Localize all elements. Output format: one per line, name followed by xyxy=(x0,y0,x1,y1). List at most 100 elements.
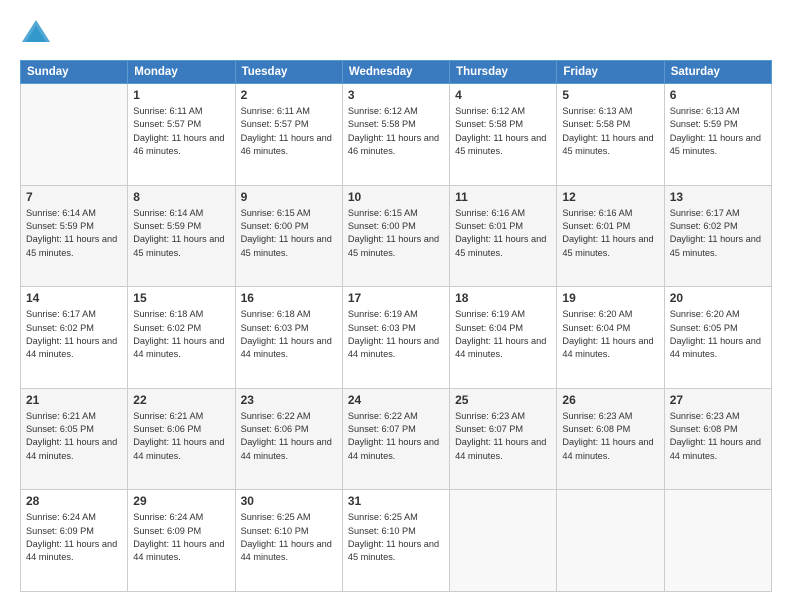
day-detail: Sunrise: 6:19 AMSunset: 6:04 PMDaylight:… xyxy=(455,308,551,361)
day-number: 5 xyxy=(562,88,658,102)
table-row: 3 Sunrise: 6:12 AMSunset: 5:58 PMDaylight… xyxy=(342,84,449,186)
day-number: 24 xyxy=(348,393,444,407)
table-row: 4 Sunrise: 6:12 AMSunset: 5:58 PMDaylight… xyxy=(450,84,557,186)
table-row: 10Sunrise: 6:15 AMSunset: 6:00 PMDayligh… xyxy=(342,185,449,287)
calendar-week-row: 28 Sunrise: 6:24 AMSunset: 6:09 PMDayligh… xyxy=(21,490,772,592)
day-number: 21 xyxy=(26,393,122,407)
table-row xyxy=(21,84,128,186)
table-row: 12 Sunrise: 6:16 AMSunset: 6:01 PMDayligh… xyxy=(557,185,664,287)
day-detail: Sunrise: 6:15 AMSunset: 6:00 PMDaylight:… xyxy=(241,207,337,260)
table-row: 25Sunrise: 6:23 AMSunset: 6:07 PMDayligh… xyxy=(450,388,557,490)
table-row: 14 Sunrise: 6:17 AMSunset: 6:02 PMDayligh… xyxy=(21,287,128,389)
table-row: 23 Sunrise: 6:22 AMSunset: 6:06 PMDayligh… xyxy=(235,388,342,490)
day-detail: Sunrise: 6:23 AMSunset: 6:08 PMDaylight:… xyxy=(562,410,658,463)
header-wednesday: Wednesday xyxy=(342,61,449,84)
day-number: 27 xyxy=(670,393,766,407)
day-number: 11 xyxy=(455,190,551,204)
table-row: 1 Sunrise: 6:11 AMSunset: 5:57 PMDaylight… xyxy=(128,84,235,186)
day-number: 29 xyxy=(133,494,229,508)
table-row: 24 Sunrise: 6:22 AMSunset: 6:07 PMDayligh… xyxy=(342,388,449,490)
table-row: 9 Sunrise: 6:15 AMSunset: 6:00 PMDaylight… xyxy=(235,185,342,287)
day-number: 15 xyxy=(133,291,229,305)
header-monday: Monday xyxy=(128,61,235,84)
day-detail: Sunrise: 6:23 AMSunset: 6:08 PMDaylight:… xyxy=(670,410,766,463)
day-number: 16 xyxy=(241,291,337,305)
table-row: 28 Sunrise: 6:24 AMSunset: 6:09 PMDayligh… xyxy=(21,490,128,592)
table-row: 7 Sunrise: 6:14 AMSunset: 5:59 PMDaylight… xyxy=(21,185,128,287)
calendar-week-row: 1 Sunrise: 6:11 AMSunset: 5:57 PMDaylight… xyxy=(21,84,772,186)
day-detail: Sunrise: 6:22 AMSunset: 6:06 PMDaylight:… xyxy=(241,410,337,463)
day-number: 2 xyxy=(241,88,337,102)
day-detail: Sunrise: 6:18 AMSunset: 6:03 PMDaylight:… xyxy=(241,308,337,361)
day-detail: Sunrise: 6:19 AMSunset: 6:03 PMDaylight:… xyxy=(348,308,444,361)
day-detail: Sunrise: 6:13 AMSunset: 5:59 PMDaylight:… xyxy=(670,105,766,158)
day-number: 8 xyxy=(133,190,229,204)
table-row: 21 Sunrise: 6:21 AMSunset: 6:05 PMDayligh… xyxy=(21,388,128,490)
table-row: 19 Sunrise: 6:20 AMSunset: 6:04 PMDayligh… xyxy=(557,287,664,389)
calendar-week-row: 7 Sunrise: 6:14 AMSunset: 5:59 PMDaylight… xyxy=(21,185,772,287)
table-row: 27 Sunrise: 6:23 AMSunset: 6:08 PMDayligh… xyxy=(664,388,771,490)
day-detail: Sunrise: 6:17 AMSunset: 6:02 PMDaylight:… xyxy=(26,308,122,361)
day-detail: Sunrise: 6:12 AMSunset: 5:58 PMDaylight:… xyxy=(455,105,551,158)
table-row: 17Sunrise: 6:19 AMSunset: 6:03 PMDayligh… xyxy=(342,287,449,389)
day-detail: Sunrise: 6:11 AMSunset: 5:57 PMDaylight:… xyxy=(133,105,229,158)
calendar-table: Sunday Monday Tuesday Wednesday Thursday… xyxy=(20,60,772,592)
day-detail: Sunrise: 6:20 AMSunset: 6:04 PMDaylight:… xyxy=(562,308,658,361)
table-row: 22 Sunrise: 6:21 AMSunset: 6:06 PMDayligh… xyxy=(128,388,235,490)
day-number: 4 xyxy=(455,88,551,102)
day-number: 3 xyxy=(348,88,444,102)
header-saturday: Saturday xyxy=(664,61,771,84)
day-number: 23 xyxy=(241,393,337,407)
day-detail: Sunrise: 6:11 AMSunset: 5:57 PMDaylight:… xyxy=(241,105,337,158)
day-number: 9 xyxy=(241,190,337,204)
day-detail: Sunrise: 6:24 AMSunset: 6:09 PMDaylight:… xyxy=(133,511,229,564)
day-detail: Sunrise: 6:16 AMSunset: 6:01 PMDaylight:… xyxy=(562,207,658,260)
day-number: 22 xyxy=(133,393,229,407)
weekday-header-row: Sunday Monday Tuesday Wednesday Thursday… xyxy=(21,61,772,84)
table-row: 11Sunrise: 6:16 AMSunset: 6:01 PMDayligh… xyxy=(450,185,557,287)
header-friday: Friday xyxy=(557,61,664,84)
day-number: 20 xyxy=(670,291,766,305)
day-number: 25 xyxy=(455,393,551,407)
day-detail: Sunrise: 6:25 AMSunset: 6:10 PMDaylight:… xyxy=(241,511,337,564)
table-row xyxy=(450,490,557,592)
table-row: 8 Sunrise: 6:14 AMSunset: 5:59 PMDaylight… xyxy=(128,185,235,287)
calendar-week-row: 21 Sunrise: 6:21 AMSunset: 6:05 PMDayligh… xyxy=(21,388,772,490)
day-detail: Sunrise: 6:14 AMSunset: 5:59 PMDaylight:… xyxy=(26,207,122,260)
table-row: 16 Sunrise: 6:18 AMSunset: 6:03 PMDayligh… xyxy=(235,287,342,389)
table-row: 31 Sunrise: 6:25 AMSunset: 6:10 PMDayligh… xyxy=(342,490,449,592)
table-row xyxy=(557,490,664,592)
day-detail: Sunrise: 6:12 AMSunset: 5:58 PMDaylight:… xyxy=(348,105,444,158)
day-detail: Sunrise: 6:22 AMSunset: 6:07 PMDaylight:… xyxy=(348,410,444,463)
day-number: 6 xyxy=(670,88,766,102)
day-detail: Sunrise: 6:14 AMSunset: 5:59 PMDaylight:… xyxy=(133,207,229,260)
logo xyxy=(20,20,50,48)
day-detail: Sunrise: 6:24 AMSunset: 6:09 PMDaylight:… xyxy=(26,511,122,564)
day-detail: Sunrise: 6:17 AMSunset: 6:02 PMDaylight:… xyxy=(670,207,766,260)
table-row: 15Sunrise: 6:18 AMSunset: 6:02 PMDayligh… xyxy=(128,287,235,389)
header-tuesday: Tuesday xyxy=(235,61,342,84)
day-number: 12 xyxy=(562,190,658,204)
day-detail: Sunrise: 6:25 AMSunset: 6:10 PMDaylight:… xyxy=(348,511,444,564)
day-number: 7 xyxy=(26,190,122,204)
day-detail: Sunrise: 6:20 AMSunset: 6:05 PMDaylight:… xyxy=(670,308,766,361)
day-detail: Sunrise: 6:21 AMSunset: 6:06 PMDaylight:… xyxy=(133,410,229,463)
day-number: 31 xyxy=(348,494,444,508)
day-number: 14 xyxy=(26,291,122,305)
day-detail: Sunrise: 6:21 AMSunset: 6:05 PMDaylight:… xyxy=(26,410,122,463)
table-row: 2 Sunrise: 6:11 AMSunset: 5:57 PMDaylight… xyxy=(235,84,342,186)
day-number: 28 xyxy=(26,494,122,508)
day-number: 1 xyxy=(133,88,229,102)
logo-text xyxy=(20,20,50,48)
table-row: 29 Sunrise: 6:24 AMSunset: 6:09 PMDayligh… xyxy=(128,490,235,592)
header-sunday: Sunday xyxy=(21,61,128,84)
calendar-week-row: 14 Sunrise: 6:17 AMSunset: 6:02 PMDayligh… xyxy=(21,287,772,389)
table-row: 18Sunrise: 6:19 AMSunset: 6:04 PMDayligh… xyxy=(450,287,557,389)
day-number: 26 xyxy=(562,393,658,407)
table-row: 13 Sunrise: 6:17 AMSunset: 6:02 PMDayligh… xyxy=(664,185,771,287)
day-number: 19 xyxy=(562,291,658,305)
header xyxy=(20,20,772,48)
table-row: 30Sunrise: 6:25 AMSunset: 6:10 PMDayligh… xyxy=(235,490,342,592)
table-row xyxy=(664,490,771,592)
day-number: 13 xyxy=(670,190,766,204)
